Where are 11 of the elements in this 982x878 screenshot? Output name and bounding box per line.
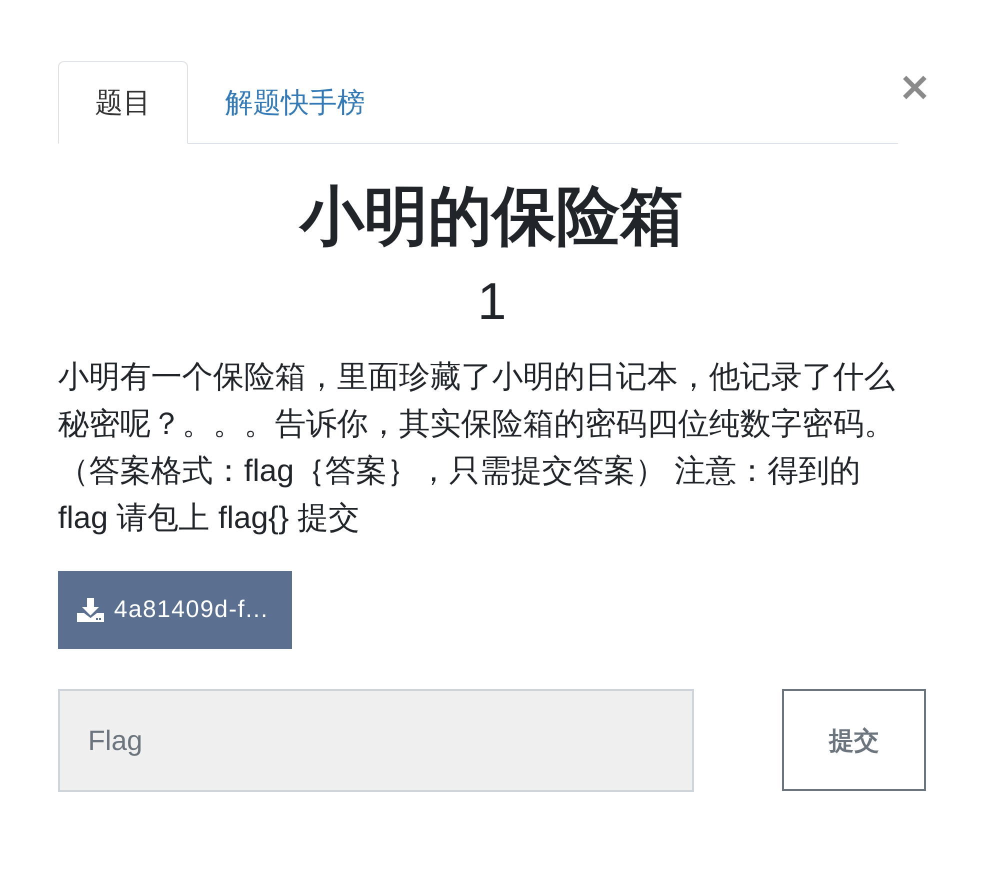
- submit-button[interactable]: 提交: [782, 689, 926, 791]
- close-button[interactable]: ×: [898, 69, 926, 105]
- challenge-description: 小明有一个保险箱，里面珍藏了小明的日记本，他记录了什么 秘密呢？。。。告诉你，其实保险箱的密码四位纯数字密码。 （答案格式：flag｛答案｝，只需提交答案） 注意：得到的 flag 请包上 flag{} 提交: [58, 358, 896, 537]
- challenge-value: 1: [476, 272, 508, 333]
- tab[interactable]: 题目: [58, 61, 188, 144]
- tab[interactable]: 解题快手榜: [188, 61, 402, 144]
- flag-input[interactable]: Flag: [58, 689, 694, 792]
- download-button[interactable]: 4a81409d-f...: [58, 571, 292, 649]
- download-label: 4a81409d-f...: [114, 596, 268, 624]
- download-icon: [77, 598, 104, 622]
- challenge-title: 小明的保险箱: [298, 179, 685, 254]
